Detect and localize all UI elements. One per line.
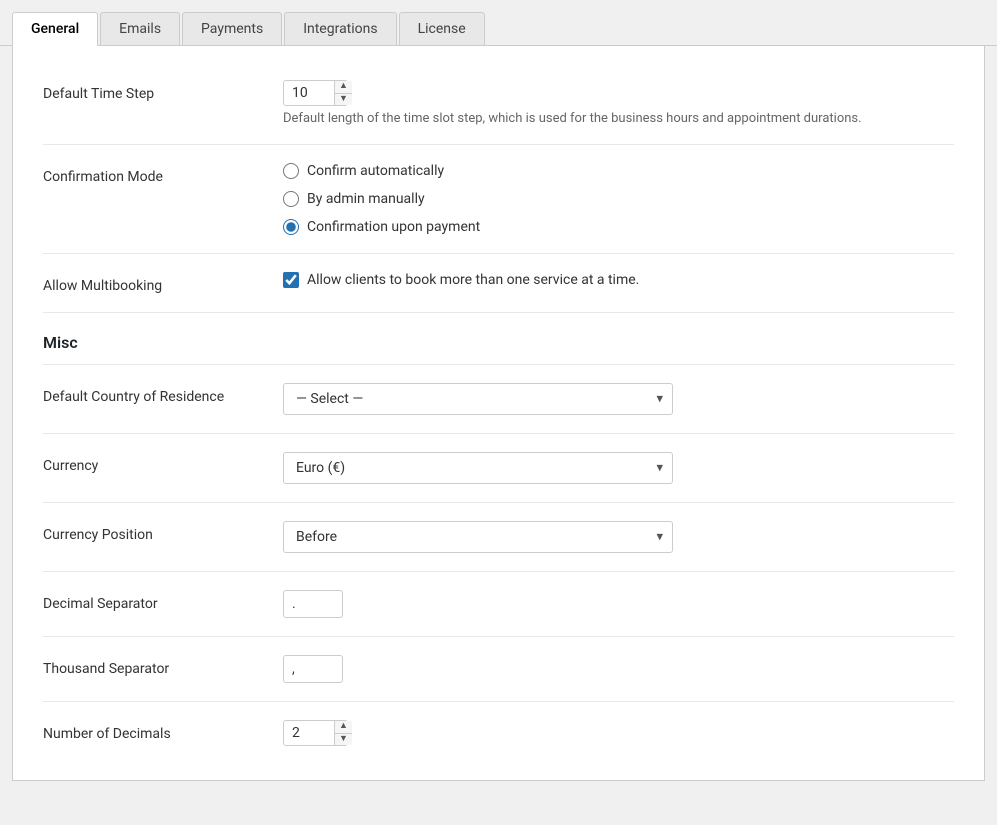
decimals-spinner-down-button[interactable]: ▼ — [334, 734, 352, 746]
decimals-spinner-buttons: ▲ ▼ — [334, 721, 352, 745]
default-country-label: Default Country of Residence — [43, 383, 283, 405]
decimal-separator-row: Decimal Separator — [43, 576, 954, 632]
divider-4 — [43, 364, 954, 365]
radio-manual-label: By admin manually — [307, 191, 425, 207]
radio-auto-input[interactable] — [283, 163, 299, 179]
divider-7 — [43, 571, 954, 572]
multibooking-checkbox[interactable] — [283, 272, 299, 288]
radio-auto-label: Confirm automatically — [307, 163, 444, 179]
spinner-buttons: ▲ ▼ — [334, 81, 352, 105]
decimal-separator-input[interactable] — [283, 590, 343, 618]
radio-confirm-auto[interactable]: Confirm automatically — [283, 163, 954, 179]
thousand-separator-row: Thousand Separator — [43, 641, 954, 697]
radio-confirm-payment[interactable]: Confirmation upon payment — [283, 219, 954, 235]
currency-position-row: Currency Position Before After ▾ — [43, 507, 954, 567]
tab-license[interactable]: License — [399, 12, 485, 45]
number-of-decimals-label: Number of Decimals — [43, 720, 283, 742]
decimals-spinner-wrapper: ▲ ▼ — [283, 720, 353, 746]
default-country-select-wrapper: — Select — ▾ — [283, 383, 673, 415]
currency-position-select[interactable]: Before After — [283, 521, 673, 553]
divider-2 — [43, 253, 954, 254]
currency-control: Euro (€) US Dollar ($) British Pound (£)… — [283, 452, 954, 484]
allow-multibooking-label: Allow Multibooking — [43, 272, 283, 294]
spinner-up-button[interactable]: ▲ — [334, 81, 352, 94]
currency-select-wrapper: Euro (€) US Dollar ($) British Pound (£)… — [283, 452, 673, 484]
radio-confirm-manual[interactable]: By admin manually — [283, 191, 954, 207]
currency-position-label: Currency Position — [43, 521, 283, 543]
default-country-control: — Select — ▾ — [283, 383, 954, 415]
tab-payments[interactable]: Payments — [182, 12, 282, 45]
time-step-helper: Default length of the time slot step, wh… — [283, 111, 954, 126]
tab-integrations[interactable]: Integrations — [284, 12, 396, 45]
confirmation-mode-control: Confirm automatically By admin manually … — [283, 163, 954, 235]
tab-emails[interactable]: Emails — [100, 12, 180, 45]
radio-payment-input[interactable] — [283, 219, 299, 235]
divider-9 — [43, 701, 954, 702]
confirmation-mode-radio-group: Confirm automatically By admin manually … — [283, 163, 954, 235]
page-wrapper: General Emails Payments Integrations Lic… — [0, 0, 997, 825]
decimals-spinner-up-button[interactable]: ▲ — [334, 721, 352, 734]
time-step-spinner-wrapper: ▲ ▼ — [283, 80, 353, 106]
currency-select[interactable]: Euro (€) US Dollar ($) British Pound (£) — [283, 452, 673, 484]
default-time-step-row: Default Time Step ▲ ▼ Default length of … — [43, 66, 954, 140]
radio-payment-label: Confirmation upon payment — [307, 219, 480, 235]
thousand-separator-label: Thousand Separator — [43, 655, 283, 677]
thousand-separator-input[interactable] — [283, 655, 343, 683]
misc-section-title: Misc — [43, 317, 954, 360]
allow-multibooking-control: Allow clients to book more than one serv… — [283, 272, 954, 288]
divider-6 — [43, 502, 954, 503]
multibooking-description: Allow clients to book more than one serv… — [307, 272, 639, 288]
default-time-step-control: ▲ ▼ Default length of the time slot step… — [283, 80, 954, 126]
confirmation-mode-row: Confirmation Mode Confirm automatically … — [43, 149, 954, 249]
currency-row: Currency Euro (€) US Dollar ($) British … — [43, 438, 954, 498]
number-of-decimals-row: Number of Decimals ▲ ▼ — [43, 706, 954, 760]
default-country-select[interactable]: — Select — — [283, 383, 673, 415]
tabs-bar: General Emails Payments Integrations Lic… — [0, 0, 997, 46]
spinner-down-button[interactable]: ▼ — [334, 94, 352, 106]
content-area: Default Time Step ▲ ▼ Default length of … — [12, 46, 985, 781]
thousand-separator-control — [283, 655, 954, 683]
tab-general[interactable]: General — [12, 12, 98, 46]
divider-5 — [43, 433, 954, 434]
currency-position-select-wrapper: Before After ▾ — [283, 521, 673, 553]
radio-manual-input[interactable] — [283, 191, 299, 207]
allow-multibooking-row: Allow Multibooking Allow clients to book… — [43, 258, 954, 308]
currency-position-control: Before After ▾ — [283, 521, 954, 553]
divider-3 — [43, 312, 954, 313]
currency-label: Currency — [43, 452, 283, 474]
decimal-separator-label: Decimal Separator — [43, 590, 283, 612]
decimal-separator-control — [283, 590, 954, 618]
confirmation-mode-label: Confirmation Mode — [43, 163, 283, 185]
multibooking-checkbox-label[interactable]: Allow clients to book more than one serv… — [283, 272, 954, 288]
number-of-decimals-control: ▲ ▼ — [283, 720, 954, 746]
divider-8 — [43, 636, 954, 637]
default-country-row: Default Country of Residence — Select — … — [43, 369, 954, 429]
default-time-step-label: Default Time Step — [43, 80, 283, 102]
divider-1 — [43, 144, 954, 145]
